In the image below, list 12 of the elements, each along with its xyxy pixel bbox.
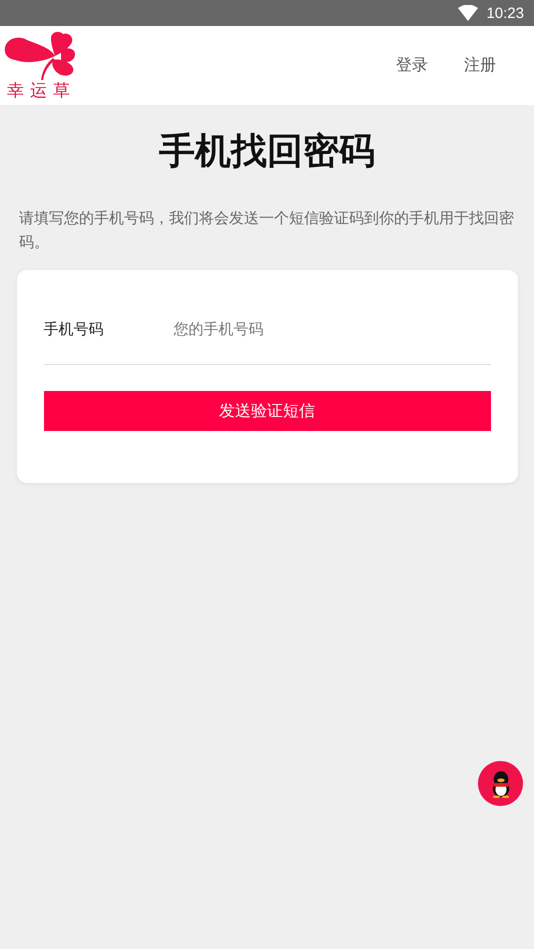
input-field[interactable]: 您的手机号码 <box>172 319 490 339</box>
clock-time: 10:23 <box>486 4 524 22</box>
description-text: 请填写您的手机号码，我们将会发送一个短信验证码到你的手机用于找回密码。 <box>19 208 515 253</box>
page-title: 手机找回密码 <box>159 130 375 174</box>
wifi-icon <box>458 5 478 21</box>
logo-text: 幸运草 <box>7 80 76 102</box>
chat-button[interactable] <box>478 761 523 806</box>
header-link[interactable]: 登录 <box>396 55 428 76</box>
clover-logo-icon <box>3 30 75 80</box>
submit-button[interactable]: 发送验证短信 <box>44 391 490 431</box>
field-label: 手机号码 <box>44 320 104 338</box>
header-link[interactable]: 注册 <box>464 55 496 76</box>
